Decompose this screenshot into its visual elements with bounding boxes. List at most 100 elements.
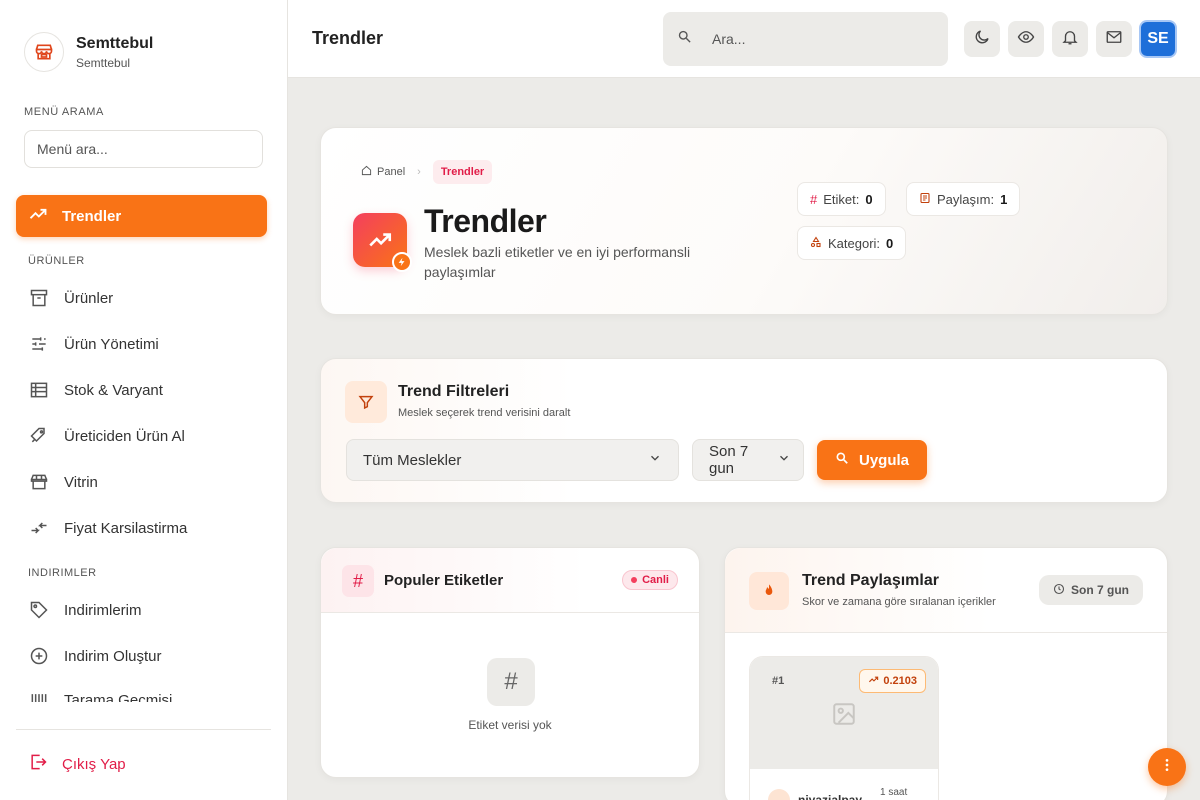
global-search[interactable] — [663, 12, 948, 66]
period-badge-label: Son 7 gun — [1071, 583, 1129, 597]
post-author-avatar — [768, 789, 790, 800]
logout-button[interactable]: Çıkış Yap — [28, 752, 126, 776]
popular-tags-header: # Populer Etiketler Canli — [321, 548, 699, 613]
sidebar-item-label: Üreticiden Ürün Al — [64, 427, 185, 445]
barcode-icon — [28, 690, 50, 702]
chevron-down-icon — [648, 451, 662, 469]
image-icon — [831, 701, 857, 732]
sidebar-item-urun-yonetimi[interactable]: Ürün Yönetimi — [28, 330, 159, 358]
sidebar-item-label: Trendler — [62, 207, 122, 225]
stat-value: 1 — [1000, 191, 1008, 207]
visibility-button[interactable] — [1008, 21, 1044, 57]
brand[interactable]: Semttebul Semttebul — [24, 32, 153, 72]
apply-button-label: Uygula — [858, 451, 909, 469]
sidebar-item-indirimlerim[interactable]: Indirimlerim — [28, 596, 142, 624]
shapes-icon — [810, 235, 822, 251]
sidebar-scroll-clip: Tarama Geçmişi — [0, 690, 287, 702]
stat-value: 0 — [865, 191, 873, 207]
trend-posts-card: Trend Paylaşımlar Skor ve zamana göre sı… — [724, 547, 1168, 800]
chevron-down-icon — [777, 451, 791, 469]
stat-etiket: # Etiket: 0 — [797, 182, 886, 216]
sidebar-item-trendler[interactable]: Trendler — [16, 195, 267, 237]
period-badge: Son 7 gun — [1039, 575, 1143, 605]
breadcrumb-home-label: Panel — [377, 166, 406, 178]
sidebar-item-vitrin[interactable]: Vitrin — [28, 468, 98, 496]
store-logo-icon — [24, 32, 64, 72]
breadcrumb: Panel › Trendler — [361, 160, 493, 184]
compare-icon — [28, 517, 50, 539]
hash-icon: # — [810, 191, 818, 207]
sidebar-item-fiyat-karsilastirma[interactable]: Fiyat Karsilastirma — [28, 514, 187, 542]
user-avatar[interactable]: SE — [1139, 20, 1177, 58]
tag-icon — [28, 599, 50, 621]
search-icon — [835, 451, 849, 469]
menu-search-input[interactable] — [24, 130, 263, 168]
more-actions-button[interactable] — [1148, 748, 1186, 786]
sliders-icon — [28, 333, 50, 355]
messages-button[interactable] — [1096, 21, 1132, 57]
logout-label: Çıkış Yap — [62, 755, 126, 773]
breadcrumb-home[interactable]: Panel — [361, 165, 405, 179]
trend-posts-title: Trend Paylaşımlar — [802, 572, 939, 589]
trend-posts-header: Trend Paylaşımlar Skor ve zamana göre sı… — [725, 548, 1167, 633]
sidebar-item-ureticiden-urun-al[interactable]: Üreticiden Ürün Al — [28, 422, 185, 450]
post-card[interactable]: #1 0.2103 niyazialpay 1 saat — [749, 656, 939, 800]
plus-circle-icon — [28, 645, 50, 667]
apply-button[interactable]: Uygula — [817, 440, 927, 480]
hero-card: Panel › Trendler Trendler Meslek bazli e… — [320, 127, 1168, 315]
topbar: Trendler SE — [288, 0, 1200, 78]
breadcrumb-current: Trendler — [432, 160, 493, 184]
logout-icon — [28, 752, 48, 776]
trend-filters-card: Trend Filtreleri Meslek seçerek trend ve… — [320, 358, 1168, 503]
sidebar-item-label: Indirimlerim — [64, 601, 142, 619]
brand-subtitle: Semttebul — [76, 55, 131, 70]
sidebar-item-indirim-olustur[interactable]: Indirim Oluştur — [28, 642, 162, 670]
popular-tags-title: Populer Etiketler — [384, 572, 504, 589]
group-label-urunler: ÜRÜNLER — [28, 255, 85, 267]
filter-icon — [345, 381, 387, 423]
global-search-input[interactable] — [712, 31, 912, 47]
post-rank: #1 — [772, 675, 785, 687]
trending-up-icon — [868, 674, 879, 688]
sidebar-item-label: Ürün Yönetimi — [64, 335, 159, 353]
hero-title: Trendler — [424, 203, 547, 239]
tags-icon — [28, 425, 50, 447]
bell-icon — [1061, 28, 1079, 51]
period-select[interactable]: Son 7 gun — [692, 439, 804, 481]
sidebar-item-label: Vitrin — [64, 473, 98, 491]
stat-label: Paylaşım: — [937, 191, 995, 207]
empty-hash-icon: # — [487, 658, 535, 706]
brand-title: Semttebul — [76, 34, 154, 52]
filters-title: Trend Filtreleri — [398, 383, 510, 400]
notifications-button[interactable] — [1052, 21, 1088, 57]
stat-label: Etiket: — [823, 191, 860, 207]
period-select-value: Son 7 gun — [709, 443, 749, 477]
sidebar: Semttebul Semttebul MENÜ ARAMA Trendler … — [0, 0, 288, 800]
home-icon — [361, 165, 372, 179]
group-label-indirimler: INDIRIMLER — [28, 567, 97, 579]
trend-posts-subtitle: Skor ve zamana göre sıralanan içerikler — [802, 596, 996, 608]
live-badge-label: Canli — [642, 574, 669, 586]
sidebar-item-stok-varyant[interactable]: Stok & Varyant — [28, 376, 163, 404]
live-badge: Canli — [622, 570, 678, 590]
stat-label: Kategori: — [828, 235, 881, 251]
theme-toggle-button[interactable] — [964, 21, 1000, 57]
hero-description: Meslek bazli etiketler ve en iyi perform… — [424, 244, 691, 280]
document-icon — [919, 192, 931, 207]
search-icon — [677, 29, 692, 49]
menu-search-label: MENÜ ARAMA — [24, 106, 104, 118]
sidebar-item-tarama-gecmisi[interactable]: Tarama Geçmişi — [28, 690, 172, 702]
profession-select[interactable]: Tüm Meslekler — [346, 439, 679, 481]
store-icon — [28, 471, 50, 493]
filters-subtitle: Meslek seçerek trend verisini daralt — [398, 407, 571, 419]
post-author-name[interactable]: niyazialpay — [798, 793, 862, 800]
stat-paylasim: Paylaşım: 1 — [906, 182, 1021, 216]
sidebar-item-urunler[interactable]: Ürünler — [28, 284, 113, 312]
flame-icon — [749, 572, 789, 610]
popular-tags-card: # Populer Etiketler Canli # Etiket veris… — [320, 547, 700, 778]
post-score-value: 0.2103 — [883, 675, 917, 687]
profession-select-value: Tüm Meslekler — [363, 451, 462, 469]
sidebar-item-label: Ürünler — [64, 289, 114, 307]
archive-icon — [28, 287, 50, 309]
sidebar-item-label: Indirim Oluştur — [64, 647, 162, 665]
